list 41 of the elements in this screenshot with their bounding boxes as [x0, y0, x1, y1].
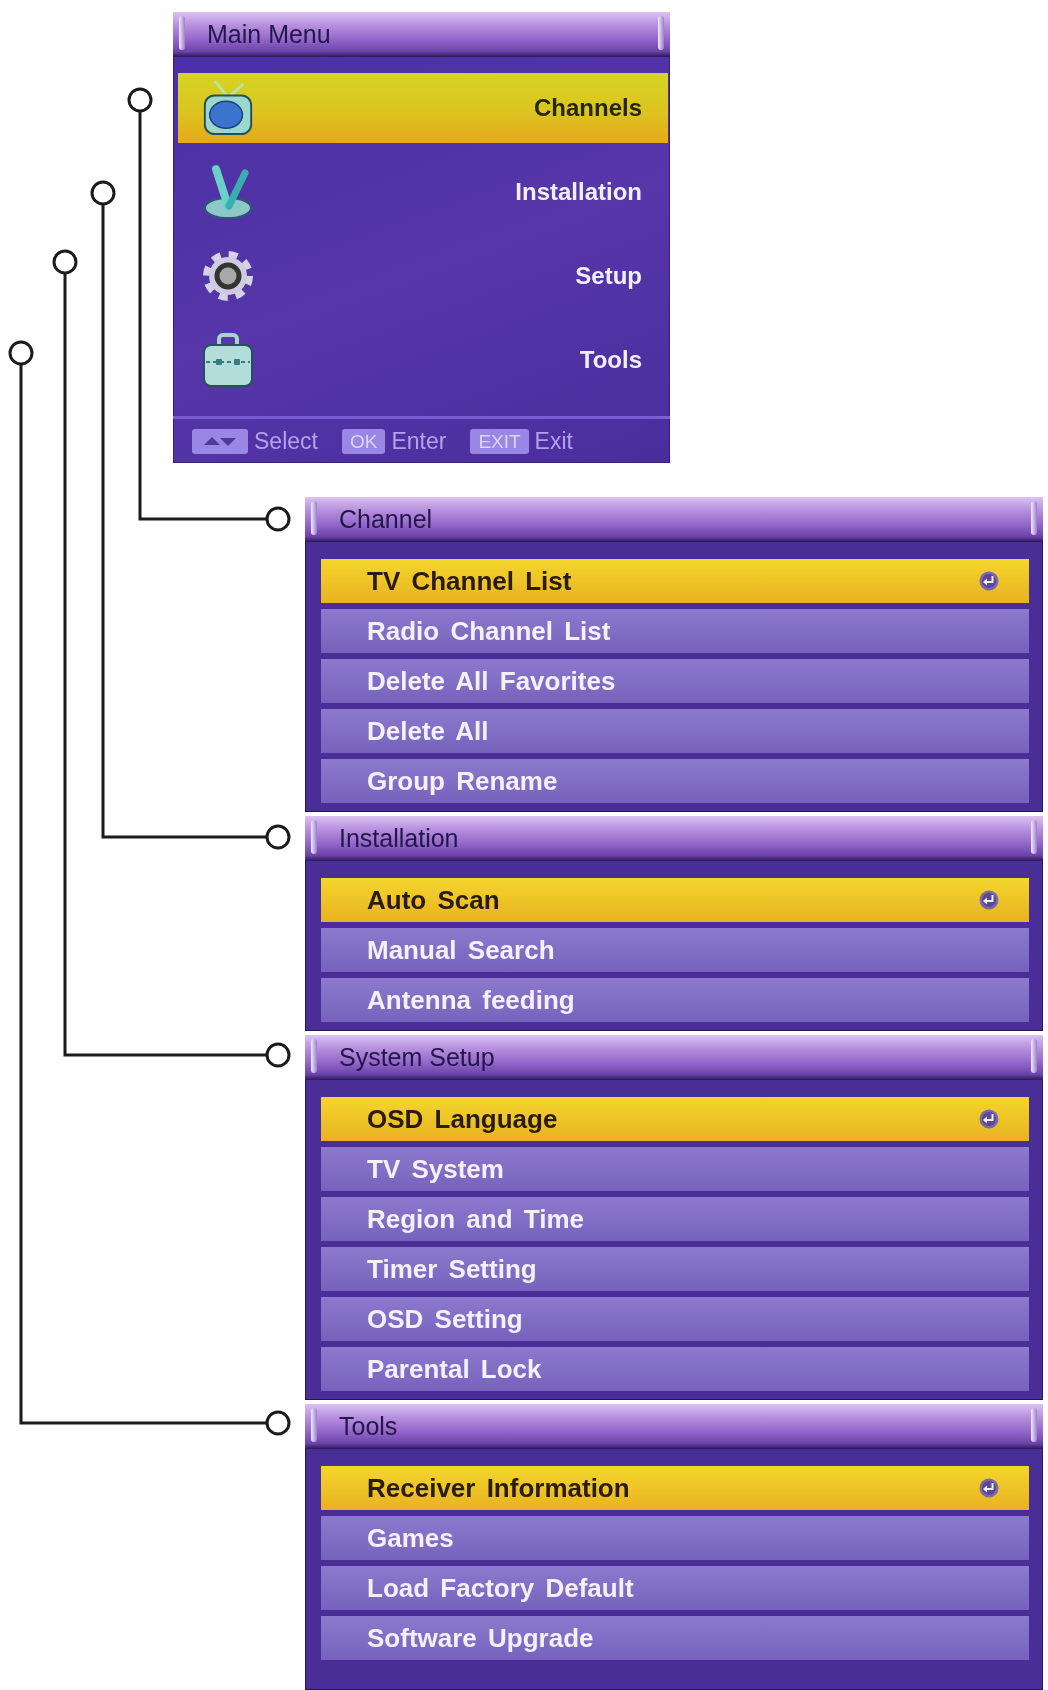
remote-key: OK [341, 428, 386, 454]
menu-item[interactable]: Delete All [321, 709, 1029, 753]
menu-item[interactable]: Delete All Favorites [321, 659, 1029, 703]
enter-icon [979, 1478, 999, 1498]
menu-title: System Setup [339, 1043, 495, 1072]
menu-item[interactable]: Auto Scan [321, 878, 1029, 922]
menu-item[interactable]: Parental Lock [321, 1347, 1029, 1391]
tv-icon [202, 80, 254, 136]
menu-item[interactable]: OSD Setting [321, 1297, 1029, 1341]
remote-key: EXIT [470, 428, 529, 454]
menu-item[interactable]: Radio Channel List [321, 609, 1029, 653]
menu-item[interactable]: Tools [178, 325, 668, 395]
antenna-icon [202, 164, 254, 220]
menu-item[interactable]: Channels [178, 73, 668, 143]
enter-icon [979, 1109, 999, 1129]
menu-item[interactable]: Region and Time [321, 1197, 1029, 1241]
menu-title: Tools [339, 1412, 398, 1441]
arrow-keys-icon [192, 428, 248, 454]
hint-label: Exit [534, 427, 573, 455]
menu-item[interactable]: TV Channel List [321, 559, 1029, 603]
enter-icon [979, 571, 999, 591]
menu-item[interactable]: Software Upgrade [321, 1616, 1029, 1660]
menu-item[interactable]: Setup [178, 241, 668, 311]
enter-icon [979, 890, 999, 910]
menu-title: Channel [339, 505, 433, 534]
menu-item[interactable]: OSD Language [321, 1097, 1029, 1141]
menu-item[interactable]: Load Factory Default [321, 1566, 1029, 1610]
menu-item[interactable]: TV System [321, 1147, 1029, 1191]
menu-item[interactable]: Manual Search [321, 928, 1029, 972]
toolbox-icon [202, 332, 254, 388]
hint-label: Select [254, 427, 318, 455]
hint-label: Enter [391, 427, 447, 455]
menu-item[interactable]: Installation [178, 157, 668, 227]
menu-item[interactable]: Receiver Information [321, 1466, 1029, 1510]
menu-item[interactable]: Games [321, 1516, 1029, 1560]
menu-item[interactable]: Timer Setting [321, 1247, 1029, 1291]
menu-title: Installation [339, 824, 459, 853]
settings-icon [202, 248, 254, 304]
menu-item[interactable]: Antenna feeding [321, 978, 1029, 1022]
menu-title: Main Menu [207, 20, 331, 49]
menu-item[interactable]: Group Rename [321, 759, 1029, 803]
